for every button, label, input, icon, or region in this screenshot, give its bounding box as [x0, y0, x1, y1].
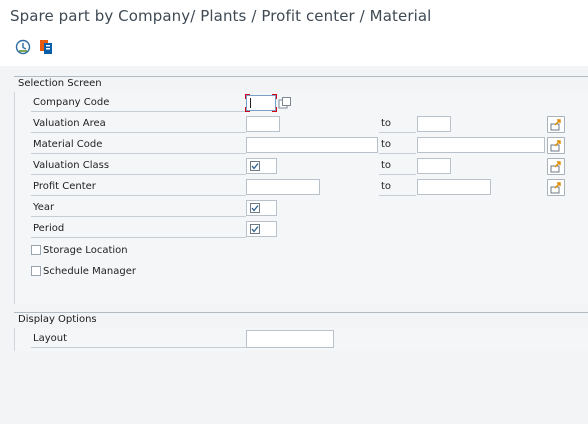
multiple-selection-icon — [550, 161, 561, 173]
selection-screen-body: Company Code Valuation Area to Material … — [14, 92, 588, 304]
schedule-manager-checkbox[interactable] — [31, 266, 41, 276]
profit-center-to-input[interactable] — [417, 179, 491, 195]
multiple-selection-icon — [550, 140, 561, 152]
valuation-class-multiple-selection-button[interactable] — [547, 158, 565, 175]
selection-screen-group: Selection Screen Company Code Valuation … — [14, 76, 588, 304]
valuation-class-label: Valuation Class — [33, 160, 110, 171]
storage-location-label: Storage Location — [43, 245, 128, 256]
storage-location-checkbox[interactable] — [31, 245, 41, 255]
selection-screen-title: Selection Screen — [18, 78, 102, 89]
checkmark-icon — [250, 224, 260, 234]
year-label: Year — [33, 202, 55, 213]
valuation-class-to-input[interactable] — [417, 158, 451, 174]
material-code-multiple-selection-button[interactable] — [547, 137, 565, 154]
valuation-area-to-input[interactable] — [417, 116, 451, 132]
year-checkbox[interactable] — [246, 200, 277, 216]
page-title: Spare part by Company/ Plants / Profit c… — [10, 7, 432, 25]
display-options-title: Display Options — [18, 314, 97, 325]
valuation-area-from-input[interactable] — [246, 116, 280, 132]
material-code-label-cell: Material Code — [31, 137, 246, 154]
valuation-class-checkbox[interactable] — [246, 158, 277, 174]
focus-corner-tr — [272, 94, 277, 99]
checkmark-icon — [250, 203, 260, 213]
valuation-area-to-cell: to — [379, 116, 416, 133]
get-variant-icon[interactable] — [37, 38, 55, 56]
focus-corner-bl — [245, 107, 250, 112]
valuation-area-label: Valuation Area — [33, 118, 106, 129]
execute-clock-icon[interactable] — [14, 38, 32, 56]
multiple-selection-icon — [550, 119, 561, 131]
profit-center-label-cell: Profit Center — [31, 179, 246, 196]
period-label: Period — [33, 223, 65, 234]
display-options-group: Display Options Layout — [14, 312, 588, 351]
valuation-class-label-cell: Valuation Class — [31, 158, 246, 175]
valuation-area-to-label: to — [381, 118, 392, 129]
valuation-class-to-label: to — [381, 160, 392, 171]
valuation-area-multiple-selection-button[interactable] — [547, 116, 565, 133]
period-checkbox[interactable] — [246, 221, 277, 237]
layout-input[interactable] — [246, 330, 334, 348]
display-options-body: Layout — [14, 328, 588, 351]
main-content: Selection Screen Company Code Valuation … — [0, 66, 588, 424]
valuation-class-to-cell: to — [379, 158, 416, 175]
material-code-to-label: to — [381, 139, 392, 150]
material-code-from-input[interactable] — [246, 137, 378, 153]
layout-label-cell: Layout — [31, 331, 246, 348]
company-code-label-cell: Company Code — [31, 95, 246, 112]
period-label-cell: Period — [31, 221, 246, 238]
profit-center-to-label: to — [381, 181, 392, 192]
layout-label: Layout — [33, 333, 67, 344]
focus-corner-tl — [245, 94, 250, 99]
year-label-cell: Year — [31, 200, 246, 217]
value-help-icon[interactable] — [278, 96, 292, 110]
multiple-selection-icon — [550, 182, 561, 194]
profit-center-label: Profit Center — [33, 181, 96, 192]
focus-corner-br — [272, 107, 277, 112]
checkmark-icon — [250, 161, 260, 171]
profit-center-from-input[interactable] — [246, 179, 320, 195]
text-cursor — [250, 98, 251, 108]
material-code-to-cell: to — [379, 137, 416, 154]
profit-center-to-cell: to — [379, 179, 416, 196]
material-code-label: Material Code — [33, 139, 103, 150]
company-code-label: Company Code — [33, 97, 110, 108]
profit-center-multiple-selection-button[interactable] — [547, 179, 565, 196]
schedule-manager-label: Schedule Manager — [43, 266, 136, 277]
material-code-to-input[interactable] — [417, 137, 545, 153]
valuation-area-label-cell: Valuation Area — [31, 116, 246, 133]
